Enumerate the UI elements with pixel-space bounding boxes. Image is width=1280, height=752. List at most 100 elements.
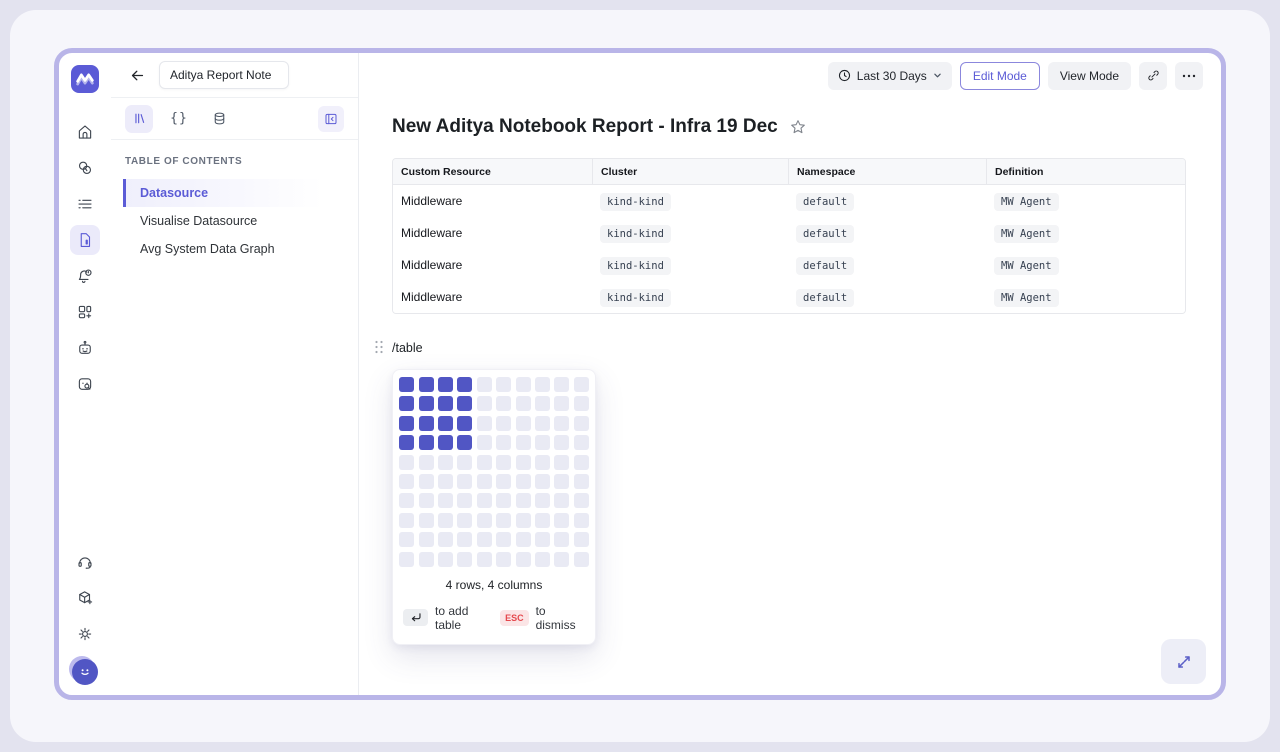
grid-cell[interactable]	[457, 455, 472, 470]
grid-cell[interactable]	[574, 396, 589, 411]
grid-cell[interactable]	[574, 435, 589, 450]
grid-cell[interactable]	[574, 416, 589, 431]
grid-cell[interactable]	[554, 493, 569, 508]
grid-cell[interactable]	[419, 455, 434, 470]
grid-cell[interactable]	[419, 377, 434, 392]
grid-cell[interactable]	[535, 416, 550, 431]
grid-cell[interactable]	[574, 377, 589, 392]
grid-cell[interactable]	[574, 474, 589, 489]
grid-cell[interactable]	[457, 474, 472, 489]
expand-fullscreen-button[interactable]	[1161, 639, 1206, 684]
grid-cell[interactable]	[438, 513, 453, 528]
grid-cell[interactable]	[399, 396, 414, 411]
grid-cell[interactable]	[554, 416, 569, 431]
grid-cell[interactable]	[535, 493, 550, 508]
grid-cell[interactable]	[399, 474, 414, 489]
favorite-star-icon[interactable]	[790, 119, 806, 135]
grid-cell[interactable]	[457, 513, 472, 528]
grid-cell[interactable]	[399, 455, 414, 470]
middleware-logo[interactable]	[71, 65, 99, 93]
grid-cell[interactable]	[516, 552, 531, 567]
grid-cell[interactable]	[438, 416, 453, 431]
grid-cell[interactable]	[554, 377, 569, 392]
back-button[interactable]	[125, 63, 149, 87]
toc-item[interactable]: Visualise Datasource	[123, 207, 358, 235]
grid-cell[interactable]	[554, 552, 569, 567]
view-mode-button[interactable]: View Mode	[1048, 62, 1131, 90]
logs-icon[interactable]	[70, 189, 100, 219]
grid-cell[interactable]	[399, 493, 414, 508]
grid-cell[interactable]	[496, 416, 511, 431]
support-headset-icon[interactable]	[70, 547, 100, 577]
grid-cell[interactable]	[438, 396, 453, 411]
grid-cell[interactable]	[554, 455, 569, 470]
grid-cell[interactable]	[574, 455, 589, 470]
more-options-icon[interactable]	[1175, 62, 1203, 90]
grid-cell[interactable]	[477, 474, 492, 489]
grid-cell[interactable]	[535, 532, 550, 547]
grid-cell[interactable]	[477, 416, 492, 431]
grid-cell[interactable]	[496, 396, 511, 411]
grid-cell[interactable]	[457, 377, 472, 392]
grid-cell[interactable]	[554, 396, 569, 411]
grid-cell[interactable]	[496, 532, 511, 547]
grid-cell[interactable]	[516, 416, 531, 431]
grid-cell[interactable]	[535, 455, 550, 470]
grid-cell[interactable]	[516, 474, 531, 489]
grid-cell[interactable]	[438, 435, 453, 450]
grid-cell[interactable]	[399, 435, 414, 450]
grid-cell[interactable]	[399, 416, 414, 431]
grid-cell[interactable]	[457, 416, 472, 431]
grid-cell[interactable]	[516, 513, 531, 528]
grid-cell[interactable]	[419, 396, 434, 411]
grid-cell[interactable]	[419, 474, 434, 489]
grid-cell[interactable]	[574, 552, 589, 567]
bot-icon[interactable]	[70, 333, 100, 363]
grid-cell[interactable]	[496, 474, 511, 489]
grid-cell[interactable]	[516, 493, 531, 508]
toc-tab-library-icon[interactable]	[125, 105, 153, 133]
grid-cell[interactable]	[438, 377, 453, 392]
grid-cell[interactable]	[496, 493, 511, 508]
grid-cell[interactable]	[457, 435, 472, 450]
grid-cell[interactable]	[516, 377, 531, 392]
grid-cell[interactable]	[535, 377, 550, 392]
slash-command-text[interactable]: /table	[392, 341, 423, 355]
grid-cell[interactable]	[438, 532, 453, 547]
dashboards-icon[interactable]	[70, 297, 100, 327]
grid-cell[interactable]	[496, 377, 511, 392]
grid-cell[interactable]	[516, 435, 531, 450]
grid-cell[interactable]	[477, 552, 492, 567]
grid-cell[interactable]	[399, 377, 414, 392]
time-range-selector[interactable]: Last 30 Days	[828, 62, 952, 90]
grid-cell[interactable]	[457, 552, 472, 567]
integrations-cube-icon[interactable]	[70, 583, 100, 613]
grid-cell[interactable]	[419, 435, 434, 450]
grid-cell[interactable]	[574, 513, 589, 528]
grid-cell[interactable]	[477, 435, 492, 450]
grid-cell[interactable]	[554, 532, 569, 547]
grid-cell[interactable]	[496, 455, 511, 470]
grid-cell[interactable]	[535, 552, 550, 567]
user-search-icon[interactable]	[70, 369, 100, 399]
grid-cell[interactable]	[457, 493, 472, 508]
collapse-sidebar-icon[interactable]	[318, 106, 344, 132]
grid-cell[interactable]	[496, 552, 511, 567]
grid-cell[interactable]	[535, 435, 550, 450]
grid-cell[interactable]	[438, 474, 453, 489]
grid-cell[interactable]	[574, 532, 589, 547]
grid-cell[interactable]	[477, 513, 492, 528]
drag-handle-icon[interactable]	[374, 340, 384, 354]
grid-cell[interactable]	[438, 455, 453, 470]
grid-cell[interactable]	[419, 513, 434, 528]
grid-cell[interactable]	[419, 552, 434, 567]
grid-cell[interactable]	[399, 513, 414, 528]
coins-icon[interactable]	[70, 153, 100, 183]
grid-cell[interactable]	[496, 513, 511, 528]
grid-cell[interactable]	[399, 552, 414, 567]
toc-item[interactable]: Datasource	[123, 179, 358, 207]
grid-cell[interactable]	[477, 493, 492, 508]
share-link-icon[interactable]	[1139, 62, 1167, 90]
edit-mode-button[interactable]: Edit Mode	[960, 62, 1040, 90]
alerts-icon[interactable]	[70, 261, 100, 291]
